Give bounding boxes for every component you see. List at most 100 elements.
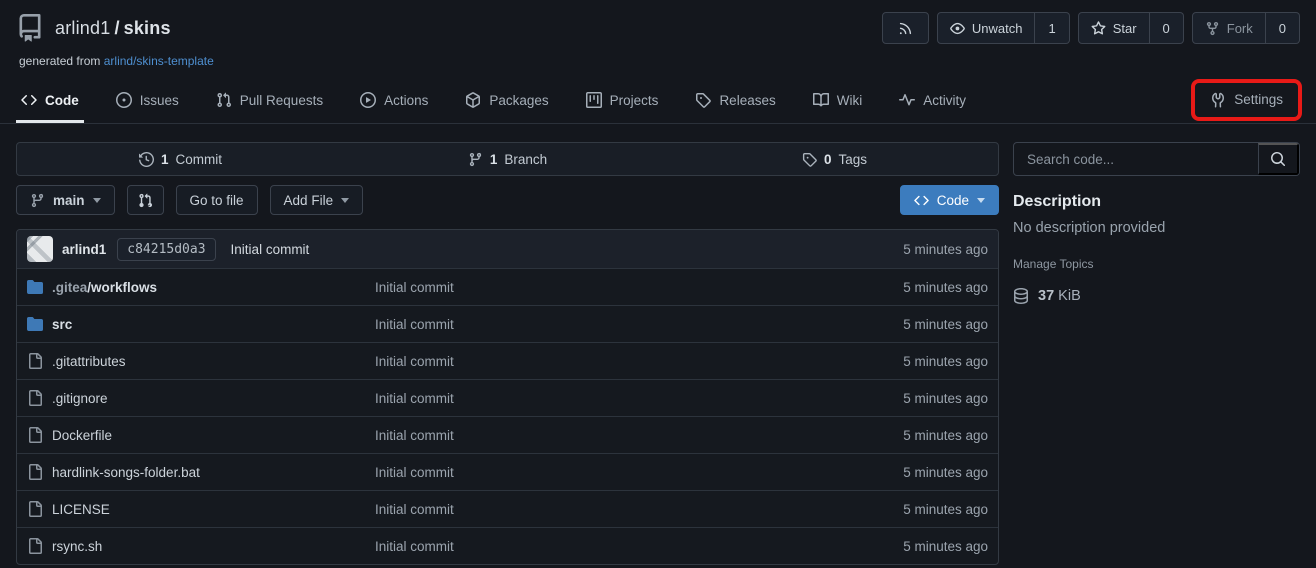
branch-selector[interactable]: main [16, 185, 115, 215]
code-search-box [1013, 142, 1300, 176]
file-commit-message[interactable]: Initial commit [375, 428, 903, 443]
file-link[interactable]: .gitignore [52, 391, 108, 406]
file-row: LICENSE Initial commit 5 minutes ago [17, 490, 998, 527]
tab-code[interactable]: Code [16, 78, 84, 123]
file-link[interactable]: src [52, 317, 72, 332]
code-download-button[interactable]: Code [900, 185, 999, 215]
rss-icon [898, 21, 913, 36]
commit-author[interactable]: arlind1 [62, 242, 106, 257]
tab-wiki[interactable]: Wiki [808, 78, 868, 123]
file-commit-message[interactable]: Initial commit [375, 391, 903, 406]
file-row: rsync.sh Initial commit 5 minutes ago [17, 527, 998, 564]
repo-title-separator: / [114, 18, 119, 38]
file-link[interactable]: Dockerfile [52, 428, 112, 443]
tab-releases[interactable]: Releases [690, 78, 780, 123]
file-commit-message[interactable]: Initial commit [375, 354, 903, 369]
issue-opened-icon [116, 92, 132, 108]
chevron-down-icon [977, 198, 985, 203]
fork-button[interactable]: Fork [1192, 12, 1266, 44]
file-commit-message[interactable]: Initial commit [375, 280, 903, 295]
chevron-down-icon [93, 198, 101, 203]
template-repo-link[interactable]: arlind/skins-template [104, 54, 214, 68]
manage-topics-link[interactable]: Manage Topics [1013, 257, 1300, 271]
file-row: src Initial commit 5 minutes ago [17, 305, 998, 342]
file-commit-message[interactable]: Initial commit [375, 502, 903, 517]
unwatch-label: Unwatch [972, 21, 1023, 36]
tab-packages[interactable]: Packages [460, 78, 553, 123]
branch-name: main [53, 193, 85, 208]
file-link[interactable]: .gitattributes [52, 354, 126, 369]
file-link[interactable]: hardlink-songs-folder.bat [52, 465, 200, 480]
search-button[interactable] [1258, 143, 1299, 175]
star-count[interactable]: 0 [1150, 12, 1184, 44]
star-label: Star [1113, 21, 1137, 36]
repo-size-unit: KiB [1058, 288, 1081, 304]
go-to-file-button[interactable]: Go to file [176, 185, 258, 215]
commits-stat[interactable]: 1 Commit [17, 143, 344, 175]
repo-owner-link[interactable]: arlind1 [55, 18, 110, 38]
file-link[interactable]: .gitea/workflows [52, 280, 157, 295]
code-icon [914, 193, 929, 208]
git-compare-icon [138, 193, 153, 208]
commit-message-link[interactable]: Initial commit [231, 242, 310, 257]
commit-time: 5 minutes ago [903, 242, 988, 257]
tab-packages-label: Packages [489, 93, 548, 108]
repo-name-link[interactable]: skins [124, 18, 171, 38]
fork-label: Fork [1227, 21, 1253, 36]
tab-issues[interactable]: Issues [111, 78, 184, 123]
file-commit-time: 5 minutes ago [903, 465, 988, 480]
repo-icon [16, 14, 44, 42]
branch-count-label: Branch [504, 152, 547, 167]
watch-button-group: Unwatch 1 [937, 12, 1070, 44]
tab-actions[interactable]: Actions [355, 78, 433, 123]
tag-count-label: Tags [838, 152, 867, 167]
generated-from-text: generated from [19, 54, 100, 68]
file-commit-message[interactable]: Initial commit [375, 465, 903, 480]
repo-title: arlind1/skins [16, 14, 171, 42]
repo-header: arlind1/skins Unwatch 1 Star 0 [0, 0, 1316, 68]
file-icon [27, 427, 43, 443]
eye-icon [950, 21, 965, 36]
search-input[interactable] [1014, 143, 1258, 175]
fork-count[interactable]: 0 [1266, 12, 1300, 44]
repo-stats-bar: 1 Commit 1 Branch 0 Tags [16, 142, 999, 176]
tab-activity[interactable]: Activity [894, 78, 971, 123]
tab-pull-requests[interactable]: Pull Requests [211, 78, 328, 123]
branches-stat[interactable]: 1 Branch [344, 143, 671, 175]
unwatch-button[interactable]: Unwatch [937, 12, 1036, 44]
code-icon [21, 92, 37, 108]
file-table: arlind1 c84215d0a3 Initial commit 5 minu… [16, 229, 999, 565]
commit-hash-chip[interactable]: c84215d0a3 [117, 238, 215, 261]
fork-button-group: Fork 0 [1192, 12, 1300, 44]
repo-size: 37 KiB [1013, 288, 1300, 304]
tab-pull-requests-label: Pull Requests [240, 93, 323, 108]
file-link[interactable]: LICENSE [52, 502, 110, 517]
tab-issues-label: Issues [140, 93, 179, 108]
file-commit-time: 5 minutes ago [903, 317, 988, 332]
latest-commit-row: arlind1 c84215d0a3 Initial commit 5 minu… [17, 230, 998, 268]
add-file-label: Add File [284, 193, 334, 208]
tab-settings[interactable]: Settings [1210, 92, 1283, 108]
tab-projects[interactable]: Projects [581, 78, 664, 123]
file-link[interactable]: rsync.sh [52, 539, 102, 554]
description-title: Description [1013, 193, 1300, 211]
database-icon [1013, 288, 1029, 304]
rss-button[interactable] [882, 12, 929, 44]
avatar[interactable] [27, 236, 53, 262]
tags-stat[interactable]: 0 Tags [671, 143, 998, 175]
book-icon [813, 92, 829, 108]
file-commit-message[interactable]: Initial commit [375, 317, 903, 332]
add-file-button[interactable]: Add File [270, 185, 364, 215]
file-commit-time: 5 minutes ago [903, 354, 988, 369]
package-icon [465, 92, 481, 108]
tab-wiki-label: Wiki [837, 93, 863, 108]
file-commit-time: 5 minutes ago [903, 502, 988, 517]
tab-actions-label: Actions [384, 93, 428, 108]
pulse-icon [899, 92, 915, 108]
watch-count[interactable]: 1 [1035, 12, 1069, 44]
git-branch-icon [30, 193, 45, 208]
git-pull-request-icon [216, 92, 232, 108]
compare-button[interactable] [127, 185, 164, 215]
file-commit-message[interactable]: Initial commit [375, 539, 903, 554]
star-button[interactable]: Star [1078, 12, 1150, 44]
